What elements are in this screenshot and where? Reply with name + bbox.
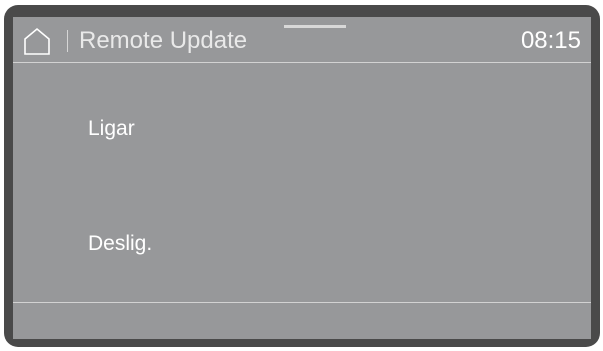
option-off[interactable]: Deslig.: [88, 231, 152, 257]
display-screen: Remote Update 08:15 Ligar Deslig.: [13, 17, 591, 339]
option-on[interactable]: Ligar: [88, 116, 135, 142]
home-icon: [24, 27, 50, 55]
header-divider: [67, 30, 68, 52]
device-bezel: Remote Update 08:15 Ligar Deslig.: [4, 5, 600, 347]
page-title: Remote Update: [79, 27, 248, 54]
footer-divider-line: [13, 302, 591, 303]
header-divider-line: [13, 62, 591, 63]
header-bar: Remote Update 08:15: [13, 17, 591, 62]
home-button[interactable]: [21, 26, 53, 56]
clock-time: 08:15: [520, 27, 581, 54]
